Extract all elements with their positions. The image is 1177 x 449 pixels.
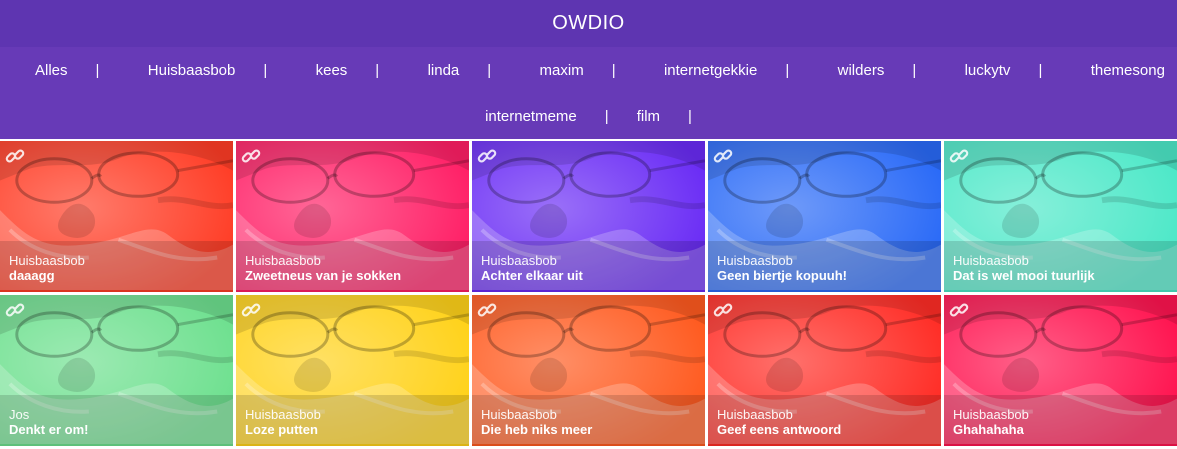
tile-title: Geen biertje kopuuh! xyxy=(717,268,848,283)
nav-item-internetgekkie: internetgekkie | xyxy=(664,62,789,79)
tile-caption: Huisbaasbob Dat is wel mooi tuurlijk xyxy=(944,241,1177,292)
nav-link[interactable]: luckytv xyxy=(965,62,1011,79)
tile-title: Geef eens antwoord xyxy=(717,422,842,437)
tile-author: Huisbaasbob xyxy=(717,253,793,268)
sound-tile[interactable]: Huisbaasbob Ghahahaha xyxy=(944,295,1177,446)
tile-author: Huisbaasbob xyxy=(953,407,1029,422)
nav-item-themesong: themesong xyxy=(1091,62,1165,79)
nav-separator: | xyxy=(912,61,917,79)
tile-title: Achter elkaar uit xyxy=(481,268,583,283)
link-icon[interactable] xyxy=(4,145,26,167)
tile-caption: Huisbaasbob Ghahahaha xyxy=(944,395,1177,446)
sound-grid: Huisbaasbob daaagg Huisbaasbob Zweetneus… xyxy=(0,141,1177,446)
tile-caption: Huisbaasbob Die heb niks meer xyxy=(472,395,705,446)
sound-tile[interactable]: Huisbaasbob Achter elkaar uit xyxy=(472,141,705,292)
sound-tile[interactable]: Huisbaasbob Zweetneus van je sokken xyxy=(236,141,469,292)
link-icon[interactable] xyxy=(948,145,970,167)
tile-caption: Huisbaasbob Geef eens antwoord xyxy=(708,395,941,446)
link-icon[interactable] xyxy=(476,299,498,321)
nav-separator: | xyxy=(604,107,609,125)
sound-tile[interactable]: Huisbaasbob daaagg xyxy=(0,141,233,292)
nav-separator: | xyxy=(95,61,100,79)
tile-author: Huisbaasbob xyxy=(717,407,793,422)
nav-item-huisbaasbob: Huisbaasbob | xyxy=(148,62,267,79)
category-nav-row-2: internetmeme | film | xyxy=(0,93,1177,139)
sound-tile[interactable]: Huisbaasbob Die heb niks meer xyxy=(472,295,705,446)
link-icon[interactable] xyxy=(712,145,734,167)
link-icon[interactable] xyxy=(948,299,970,321)
tile-author: Jos xyxy=(9,407,30,422)
nav-separator: | xyxy=(487,61,492,79)
tile-title: Loze putten xyxy=(245,422,318,437)
tile-caption: Huisbaasbob Loze putten xyxy=(236,395,469,446)
sound-tile[interactable]: Huisbaasbob Geef eens antwoord xyxy=(708,295,941,446)
tile-caption: Huisbaasbob Geen biertje kopuuh! xyxy=(708,241,941,292)
category-nav: Alles | Huisbaasbob | kees | linda | maxim | inter… xyxy=(0,47,1177,139)
nav-item-kees: kees | xyxy=(316,62,380,79)
tile-title: Die heb niks meer xyxy=(481,422,593,437)
sound-tile[interactable]: Huisbaasbob Geen biertje kopuuh! xyxy=(708,141,941,292)
nav-link[interactable]: Alles xyxy=(35,62,68,79)
app-header: OWDIO xyxy=(0,0,1177,47)
nav-item-film: film | xyxy=(637,108,692,125)
nav-separator: | xyxy=(263,61,268,79)
tile-author: Huisbaasbob xyxy=(9,253,85,268)
tile-author: Huisbaasbob xyxy=(245,407,321,422)
link-icon[interactable] xyxy=(240,145,262,167)
tile-author: Huisbaasbob xyxy=(481,407,557,422)
category-nav-row-1: Alles | Huisbaasbob | kees | linda | maxim | inter… xyxy=(0,47,1177,93)
link-icon[interactable] xyxy=(4,299,26,321)
link-icon[interactable] xyxy=(240,299,262,321)
link-icon[interactable] xyxy=(712,299,734,321)
tile-caption: Huisbaasbob Achter elkaar uit xyxy=(472,241,705,292)
nav-link[interactable]: linda xyxy=(428,62,460,79)
nav-link[interactable]: Huisbaasbob xyxy=(148,62,236,79)
tile-author: Huisbaasbob xyxy=(481,253,557,268)
nav-link[interactable]: kees xyxy=(316,62,348,79)
nav-link[interactable]: internetgekkie xyxy=(664,62,757,79)
nav-separator: | xyxy=(1038,61,1043,79)
nav-item-alles: Alles | xyxy=(35,62,99,79)
tile-title: Dat is wel mooi tuurlijk xyxy=(953,268,1095,283)
nav-link[interactable]: wilders xyxy=(838,62,885,79)
nav-link[interactable]: themesong xyxy=(1091,62,1165,79)
nav-link[interactable]: film xyxy=(637,108,660,125)
sound-tile[interactable]: Jos Denkt er om! xyxy=(0,295,233,446)
nav-link[interactable]: internetmeme xyxy=(485,108,577,125)
nav-item-maxim: maxim | xyxy=(540,62,616,79)
nav-item-internetmeme: internetmeme | xyxy=(485,108,609,125)
tile-title: Ghahahaha xyxy=(953,422,1024,437)
nav-separator: | xyxy=(611,61,616,79)
sound-tile[interactable]: Huisbaasbob Loze putten xyxy=(236,295,469,446)
nav-separator: | xyxy=(785,61,790,79)
link-icon[interactable] xyxy=(476,145,498,167)
app-title[interactable]: OWDIO xyxy=(552,12,625,35)
tile-caption: Jos Denkt er om! xyxy=(0,395,233,446)
tile-title: Zweetneus van je sokken xyxy=(245,268,402,283)
nav-separator: | xyxy=(375,61,380,79)
tile-title: Denkt er om! xyxy=(9,422,89,437)
nav-separator: | xyxy=(688,107,692,125)
nav-item-linda: linda | xyxy=(428,62,492,79)
tile-title: daaagg xyxy=(9,268,55,283)
sound-tile[interactable]: Huisbaasbob Dat is wel mooi tuurlijk xyxy=(944,141,1177,292)
tile-author: Huisbaasbob xyxy=(245,253,321,268)
tile-caption: Huisbaasbob daaagg xyxy=(0,241,233,292)
nav-link[interactable]: maxim xyxy=(540,62,584,79)
tile-caption: Huisbaasbob Zweetneus van je sokken xyxy=(236,241,469,292)
nav-item-luckytv: luckytv | xyxy=(965,62,1043,79)
nav-item-wilders: wilders | xyxy=(838,62,917,79)
tile-author: Huisbaasbob xyxy=(953,253,1029,268)
